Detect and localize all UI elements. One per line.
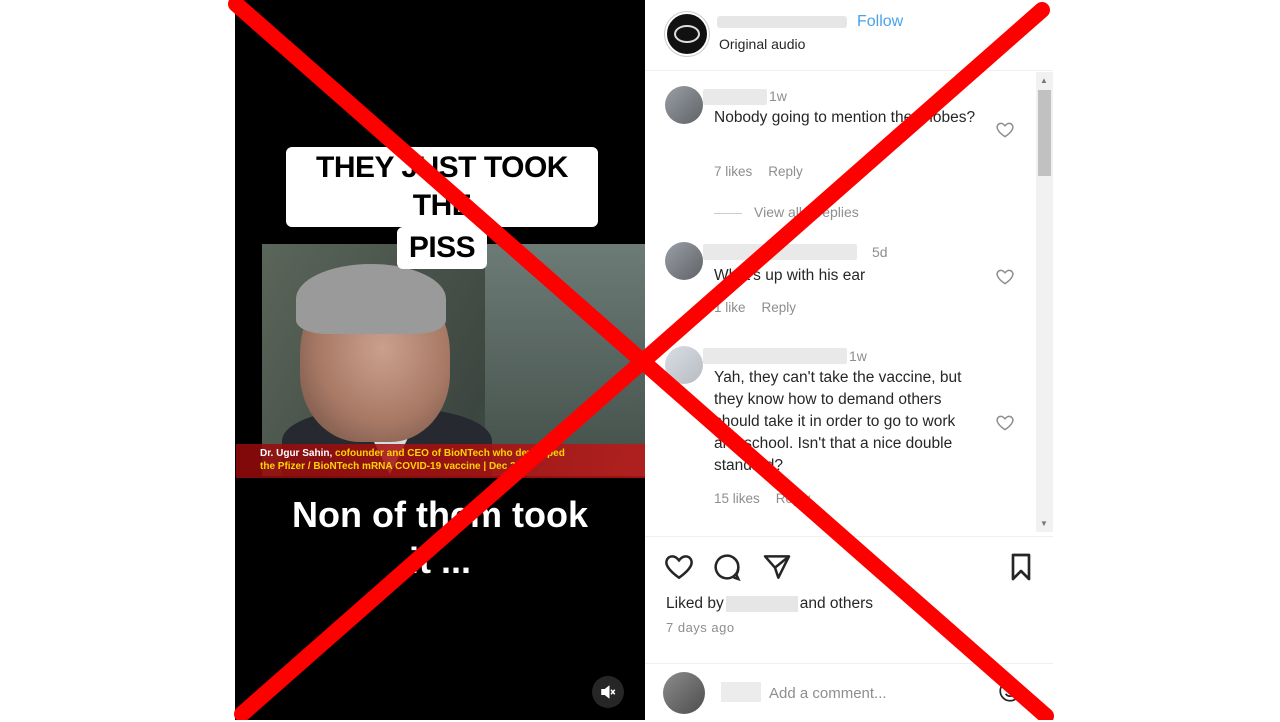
post-timestamp[interactable]: 7 days ago	[666, 620, 735, 635]
caption-top-line-1: THEY JUST TOOK THE	[286, 147, 598, 227]
comment-likes[interactable]: 1 like	[714, 300, 746, 315]
liked-by-suffix[interactable]: and others	[800, 595, 873, 612]
post-actions: Liked by and others 7 days ago	[645, 536, 1053, 721]
commenter-name-redacted[interactable]	[703, 89, 767, 105]
scroll-down-arrow-icon[interactable]: ▼	[1040, 519, 1048, 528]
heart-icon[interactable]	[995, 413, 1015, 433]
comments-list[interactable]: 1w Nobody going to mention them lobes? 7…	[645, 72, 1035, 532]
comment-text: Nobody going to mention them lobes?	[714, 109, 976, 126]
author-avatar[interactable]	[665, 12, 709, 56]
comment-likes[interactable]: 15 likes	[714, 491, 760, 506]
comment-text: What's up with his ear	[714, 267, 866, 284]
view-replies-label: View all 1 replies	[754, 204, 859, 220]
liked-by-text[interactable]: Liked by and others	[666, 595, 873, 613]
person-hair	[296, 264, 446, 334]
follow-button[interactable]: Follow	[857, 13, 903, 31]
send-icon[interactable]	[761, 551, 793, 583]
speaker-muted-icon	[601, 685, 616, 699]
heart-icon[interactable]	[663, 551, 695, 583]
video-frame-image	[262, 244, 645, 476]
comment-text: Yah, they can't take the vaccine, but th…	[714, 369, 962, 474]
video-caption-top: THEY JUST TOOK THE PISS	[286, 147, 598, 269]
comment-bubble-icon[interactable]	[711, 551, 743, 583]
caption-bottom-line-1: Non of them took	[292, 494, 588, 535]
caption-bottom-line-2: it ...	[409, 540, 471, 581]
reply-button[interactable]: Reply	[762, 300, 797, 315]
comment-input[interactable]	[767, 680, 1001, 706]
commenter-avatar[interactable]	[665, 242, 703, 280]
caption-top-line-2: PISS	[396, 227, 488, 269]
reply-button[interactable]: Reply	[768, 164, 803, 179]
comment-prefix-redacted	[721, 682, 761, 702]
heart-icon[interactable]	[995, 267, 1015, 287]
commenter-avatar[interactable]	[665, 86, 703, 124]
lower-third-role: cofounder and CEO of BioNTech who develo…	[332, 448, 565, 459]
comment-likes[interactable]: 7 likes	[714, 164, 752, 179]
emoji-icon[interactable]	[997, 678, 1023, 704]
comment-time: 5d	[872, 244, 888, 260]
author-username-redacted[interactable]	[717, 16, 847, 28]
commenter-name-redacted[interactable]	[703, 244, 857, 260]
current-user-avatar	[663, 672, 705, 714]
view-replies-link[interactable]: View all 1 replies	[714, 204, 859, 220]
lower-third-name: Dr. Ugur Sahin,	[260, 448, 333, 459]
commenter-name-redacted[interactable]	[703, 348, 847, 364]
audio-label[interactable]: Original audio	[719, 36, 805, 52]
scrollbar-thumb[interactable]	[1038, 90, 1051, 176]
lower-third-line-2: the Pfizer / BioNTech mRNA COVID-19 vacc…	[260, 461, 533, 472]
comment-time: 1w	[769, 88, 787, 104]
liked-by-prefix: Liked by	[666, 595, 724, 612]
video-caption-bottom: Non of them took it ...	[240, 492, 640, 584]
liked-by-user-redacted[interactable]	[725, 595, 798, 612]
bookmark-icon[interactable]	[1005, 551, 1037, 583]
comment-time: 1w	[849, 348, 867, 364]
video-lower-third: Dr. Ugur Sahin, cofounder and CEO of Bio…	[236, 444, 645, 478]
heart-icon[interactable]	[995, 120, 1015, 140]
mute-button[interactable]	[592, 676, 624, 708]
scroll-up-arrow-icon[interactable]: ▲	[1040, 76, 1048, 85]
post-header: Follow Original audio	[645, 0, 1053, 71]
reply-button[interactable]: Reply	[776, 491, 811, 506]
commenter-avatar[interactable]	[665, 346, 703, 384]
comments-scrollbar[interactable]: ▲ ▼	[1036, 72, 1053, 532]
add-comment-bar	[645, 663, 1053, 722]
background-window	[485, 244, 645, 444]
